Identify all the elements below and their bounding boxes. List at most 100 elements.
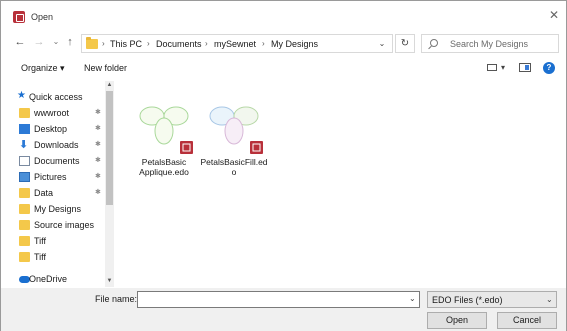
breadcrumb-my-designs[interactable]: My Designs	[271, 39, 318, 49]
file-type-value: EDO Files (*.edo)	[432, 295, 503, 305]
sidebar-item-my-designs[interactable]: My Designs	[13, 201, 113, 217]
breadcrumb-separator: ›	[102, 39, 105, 48]
pin-icon: ✱	[95, 173, 101, 180]
breadcrumb-separator: ›	[262, 39, 265, 48]
file-name-input[interactable]	[137, 291, 420, 308]
sidebar-item-onedrive[interactable]: OneDrive	[13, 271, 113, 287]
search-icon	[430, 39, 438, 47]
scroll-up-icon[interactable]: ▲	[105, 81, 114, 90]
up-button[interactable]: ↑	[63, 35, 77, 49]
desktop-icon	[19, 124, 30, 134]
sidebar-item-label: Quick access	[29, 92, 83, 102]
mysewnet-app-icon	[13, 11, 25, 23]
star-icon: ★	[17, 90, 26, 101]
dialog-footer: File name: ⌄ EDO Files (*.edo) ⌄ Open Ca…	[1, 288, 566, 331]
pin-icon: ✱	[95, 157, 101, 164]
file-name-label: File name:	[95, 294, 138, 304]
navigation-bar: ← → ⌄ ↑ › This PC › Documents › mySewnet…	[1, 31, 566, 55]
sidebar-item-tiff-2[interactable]: Tiff	[13, 249, 113, 265]
sidebar-item-label: Tiff	[34, 252, 47, 262]
address-bar[interactable]: › This PC › Documents › mySewnet › My De…	[81, 34, 393, 53]
file-type-select[interactable]: EDO Files (*.edo) ⌄	[427, 291, 557, 308]
folder-icon	[19, 188, 30, 198]
search-placeholder: Search My Designs	[450, 39, 529, 49]
breadcrumb-separator: ›	[147, 39, 150, 48]
back-button[interactable]: ←	[13, 35, 27, 49]
sidebar-item-tiff[interactable]: Tiff	[13, 233, 113, 249]
sidebar-item-documents[interactable]: Documents ✱	[13, 153, 113, 169]
open-button[interactable]: Open	[427, 312, 487, 329]
file-name-line: PetalsBasic	[141, 157, 187, 167]
file-thumbnail	[139, 106, 193, 154]
scroll-down-icon[interactable]: ▼	[105, 277, 114, 286]
folder-icon	[19, 220, 30, 230]
edo-file-icon	[250, 141, 263, 154]
pin-icon: ✱	[95, 141, 101, 148]
preview-pane-icon[interactable]	[519, 63, 531, 72]
breadcrumb-this-pc[interactable]: This PC	[110, 39, 142, 49]
window-title: Open	[31, 12, 54, 22]
breadcrumb-mysewnet[interactable]: mySewnet	[214, 39, 256, 49]
sidebar-item-label: Data	[34, 188, 54, 198]
file-thumbnail	[209, 106, 263, 154]
download-icon: ⬇	[19, 139, 29, 151]
file-name-line: o	[231, 167, 237, 177]
sidebar-item-data[interactable]: Data ✱	[13, 185, 113, 201]
file-name-label: PetalsBasicFill.ed o	[200, 157, 268, 177]
file-name-label: PetalsBasic Applique.edo	[130, 157, 198, 177]
sidebar-item-label: My Designs	[34, 204, 82, 214]
pin-icon: ✱	[95, 125, 101, 132]
sidebar-item-desktop[interactable]: Desktop ✱	[13, 121, 113, 137]
new-folder-button[interactable]: New folder	[84, 63, 127, 73]
sidebar-item-label: Source images	[34, 220, 95, 230]
organize-button[interactable]: Organize ▾	[21, 63, 65, 74]
file-name-line: PetalsBasicFill.ed	[200, 157, 268, 167]
folder-icon	[86, 37, 98, 49]
sidebar-item-label: Downloads	[34, 140, 79, 150]
chevron-down-icon[interactable]: ⌄	[376, 39, 388, 49]
breadcrumb-separator: ›	[205, 39, 208, 48]
navigation-pane: ★ Quick access wwwroot ✱ Desktop ✱ ⬇ Dow…	[13, 81, 117, 287]
cancel-button[interactable]: Cancel	[497, 312, 557, 329]
pin-icon: ✱	[95, 189, 101, 196]
sidebar-item-downloads[interactable]: ⬇ Downloads ✱	[13, 137, 113, 153]
open-file-dialog: Open ✕ ← → ⌄ ↑ › This PC › Documents › m…	[0, 0, 567, 331]
chevron-down-icon: ⌄	[546, 295, 553, 304]
navigation-pane-scrollbar[interactable]: ▲ ▼	[105, 81, 114, 287]
sidebar-item-pictures[interactable]: Pictures ✱	[13, 169, 113, 185]
pin-icon: ✱	[95, 109, 101, 116]
sidebar-item-label: Documents	[34, 156, 80, 166]
title-bar: Open ✕	[1, 1, 566, 31]
recent-locations-button[interactable]: ⌄	[49, 35, 63, 49]
file-item[interactable]: PetalsBasic Applique.edo	[130, 91, 198, 181]
view-options-icon[interactable]	[487, 64, 497, 71]
sidebar-item-label: wwwroot	[34, 108, 70, 118]
sidebar-item-source-images[interactable]: Source images	[13, 217, 113, 233]
sidebar-item-label: Desktop	[34, 124, 68, 134]
sidebar-item-wwwroot[interactable]: wwwroot ✱	[13, 105, 113, 121]
sidebar-item-label: Pictures	[34, 172, 67, 182]
folder-icon	[19, 236, 30, 246]
chevron-down-icon[interactable]: ▾	[501, 63, 505, 72]
scrollbar-thumb[interactable]	[106, 91, 113, 205]
documents-icon	[19, 156, 30, 166]
folder-icon	[19, 204, 30, 214]
sidebar-item-quick-access[interactable]: ★ Quick access	[13, 89, 113, 105]
search-input[interactable]: Search My Designs	[421, 34, 559, 53]
file-item[interactable]: PetalsBasicFill.ed o	[200, 91, 268, 181]
folder-icon	[19, 252, 30, 262]
breadcrumb-documents[interactable]: Documents	[156, 39, 202, 49]
file-list: PetalsBasic Applique.edo PetalsBasicFill…	[118, 81, 566, 287]
edo-file-icon	[180, 141, 193, 154]
folder-icon	[19, 108, 30, 118]
sidebar-item-label: Tiff	[34, 236, 47, 246]
forward-button[interactable]: →	[32, 35, 46, 49]
command-toolbar: Organize ▾ New folder ▾ ?	[1, 57, 566, 79]
close-button[interactable]: ✕	[547, 8, 561, 22]
sidebar-item-label: OneDrive	[29, 274, 68, 284]
chevron-down-icon[interactable]: ⌄	[409, 294, 416, 303]
pictures-icon	[19, 172, 30, 182]
help-icon[interactable]: ?	[543, 62, 555, 74]
file-name-line: Applique.edo	[139, 167, 189, 177]
refresh-button[interactable]: ↻	[395, 34, 415, 53]
